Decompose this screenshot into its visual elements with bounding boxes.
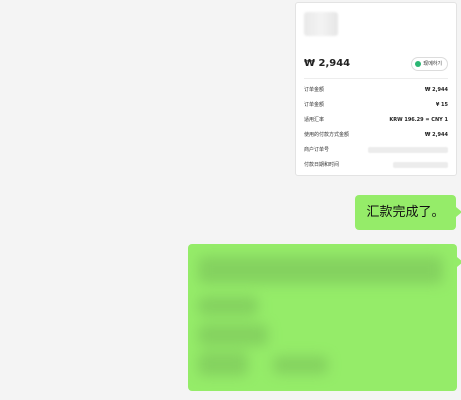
row-label: 付款日期和时间 [304, 162, 340, 168]
row-value: KRW 196.29 = CNY 1 [389, 116, 448, 123]
row-label: 商户订单号 [304, 147, 330, 153]
chat-area: ₩ 2,944 现메하기 订单金额 ₩ 2,944 订单金额 ¥ 15 适用汇率… [0, 0, 461, 400]
redacted-content [188, 244, 457, 391]
pay-logo-icon [415, 61, 422, 67]
row-label: 适用汇率 [304, 117, 325, 123]
redacted-message-bubble[interactable] [188, 244, 457, 391]
row-label: 订单金额 [304, 102, 325, 108]
bubble-tail [457, 257, 461, 267]
bubble-tail [456, 207, 461, 217]
receipt-details: 订单金额 ₩ 2,944 订单金额 ¥ 15 适用汇率 KRW 196.29 =… [304, 82, 448, 172]
payment-badge[interactable]: 现메하기 [411, 57, 448, 71]
payment-badge-label: 现메하기 [423, 61, 442, 67]
row-value: ₩ 2,944 [424, 131, 448, 138]
payment-receipt-card[interactable]: ₩ 2,944 现메하기 订单金额 ₩ 2,944 订单金额 ¥ 15 适用汇率… [295, 2, 457, 176]
receipt-row: 订单金额 ₩ 2,944 [304, 82, 448, 97]
row-value: ¥ 15 [435, 101, 448, 108]
message-bubble[interactable]: 汇款完成了。 [355, 195, 456, 230]
receipt-row: 付款日期和时间 [304, 157, 448, 172]
redacted-payment-time [393, 161, 448, 168]
receipt-row: 适用汇率 KRW 196.29 = CNY 1 [304, 112, 448, 127]
receipt-row: 订单金额 ¥ 15 [304, 97, 448, 112]
receipt-amount: ₩ 2,944 [304, 58, 351, 69]
redacted-order-number [368, 146, 448, 153]
row-value: ₩ 2,944 [424, 86, 448, 93]
row-label: 使用的付款方式金额 [304, 132, 350, 138]
receipt-row: 使用的付款方式金额 ₩ 2,944 [304, 127, 448, 142]
merchant-logo [304, 12, 338, 36]
receipt-row: 商户订单号 [304, 142, 448, 157]
card-divider [304, 78, 448, 79]
row-label: 订单金额 [304, 87, 325, 93]
